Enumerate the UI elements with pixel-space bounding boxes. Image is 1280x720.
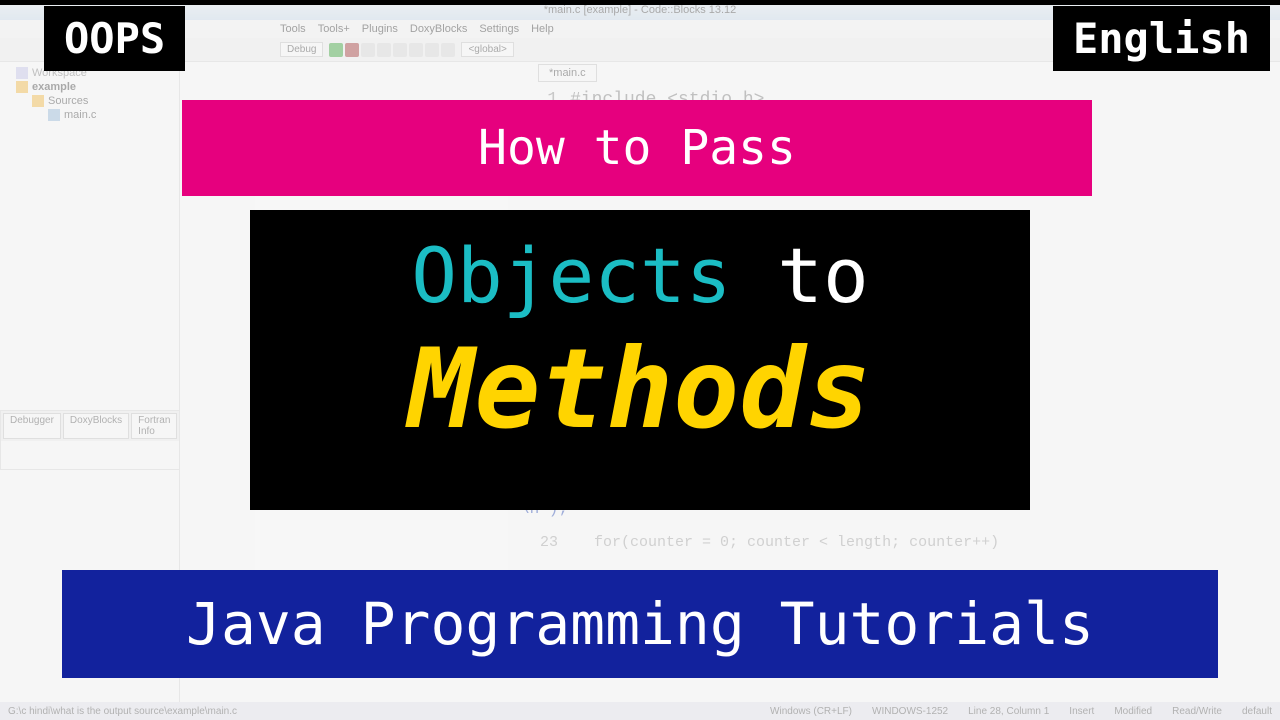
title-banner-1: How to Pass (182, 100, 1092, 196)
keyword-methods: Methods (250, 318, 1030, 461)
title-banner-2: Objects to Methods (250, 210, 1030, 510)
word-to: to (777, 231, 869, 320)
language-badge: English (1053, 6, 1270, 71)
keyword-objects: Objects (411, 231, 731, 320)
category-badge: OOPS (44, 6, 185, 71)
series-banner: Java Programming Tutorials (62, 570, 1218, 678)
thumbnail-overlay: OOPS English How to Pass Objects to Meth… (0, 0, 1280, 720)
